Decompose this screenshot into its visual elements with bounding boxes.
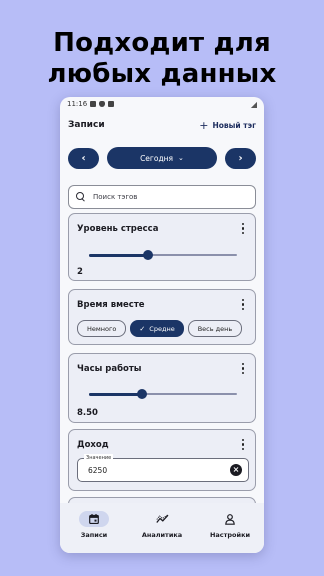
more-options-icon[interactable]: [242, 299, 245, 310]
analytics-icon: [147, 511, 177, 527]
chip-label: Средне: [149, 324, 175, 333]
card-title: Доход: [77, 440, 109, 450]
nav-item-settings[interactable]: Настройки: [200, 511, 260, 539]
check-icon: ✓: [139, 324, 146, 333]
chevron-left-icon: ‹: [81, 152, 86, 164]
slider-thumb[interactable]: [137, 389, 148, 399]
more-options-icon[interactable]: [242, 223, 245, 234]
chip-option-little[interactable]: Немного: [77, 320, 127, 337]
card-title: Часы работы: [77, 364, 142, 374]
plus-icon: +: [199, 118, 209, 132]
status-time: 11:16: [67, 100, 88, 108]
person-icon: [215, 511, 245, 527]
date-selector-button[interactable]: Сегодня ⌄: [107, 147, 217, 169]
headline: Подходит для любых данных: [0, 28, 324, 90]
nav-label: Настройки: [209, 531, 251, 539]
page-title: Записи: [68, 120, 105, 130]
income-value-field[interactable]: Значение 6250 ×: [77, 454, 249, 482]
app-bar: Записи + Новый тэг: [60, 111, 264, 139]
stress-slider[interactable]: [89, 250, 237, 260]
slider-fill: [89, 392, 143, 396]
chip-option-medium[interactable]: ✓ Средне: [130, 320, 184, 337]
date-navigation: ‹ Сегодня ⌄ ›: [60, 147, 264, 169]
card-income: Доход Значение 6250 ×: [68, 429, 256, 491]
option-chips: Немного ✓ Средне Весь день: [77, 320, 243, 337]
card-stress-level: Уровень стресса 2: [68, 213, 256, 281]
chip-label: Немного: [87, 324, 117, 333]
chip-label: Весь день: [197, 324, 233, 333]
bottom-navigation: Записи Аналитика Настройки: [60, 503, 264, 553]
calendar-icon: [79, 511, 109, 527]
nav-item-records[interactable]: Записи: [64, 511, 124, 539]
card-title: Уровень стресса: [77, 224, 159, 234]
nav-item-analytics[interactable]: Аналитика: [132, 511, 192, 539]
notification-icon: [90, 101, 97, 107]
signal-icon: ◢: [250, 99, 257, 109]
card-title: Время вместе: [77, 300, 145, 310]
slider-fill: [89, 253, 149, 257]
search-input[interactable]: Поиск тэгов: [68, 185, 256, 209]
storage-icon: [108, 101, 115, 107]
field-label: Значение: [84, 454, 114, 462]
slider-thumb[interactable]: [143, 250, 154, 260]
status-bar: 11:16 ◢: [60, 97, 264, 111]
nav-label: Записи: [80, 531, 108, 539]
chevron-down-icon: ⌄: [178, 154, 184, 162]
search-placeholder: Поиск тэгов: [93, 193, 138, 201]
card-time-together: Время вместе Немного ✓ Средне Весь день: [68, 289, 256, 345]
field-value: 6250: [88, 466, 108, 475]
card-value: 2: [77, 267, 83, 277]
clear-icon[interactable]: ×: [230, 464, 242, 476]
date-label: Сегодня: [140, 153, 174, 163]
card-work-hours: Часы работы 8.50: [68, 353, 256, 423]
more-options-icon[interactable]: [242, 439, 245, 450]
more-options-icon[interactable]: [242, 363, 245, 374]
new-tag-label: Новый тэг: [212, 120, 256, 130]
new-tag-button[interactable]: + Новый тэг: [199, 120, 256, 131]
card-value: 8.50: [77, 408, 98, 418]
nav-label: Аналитика: [141, 531, 183, 539]
phone-screen: 11:16 ◢ Записи + Новый тэг ‹ Сегодня ⌄ ›…: [60, 97, 264, 553]
chip-option-all-day[interactable]: Весь день: [187, 320, 243, 337]
previous-day-button[interactable]: ‹: [68, 147, 99, 169]
headline-line-1: Подходит для: [53, 28, 271, 58]
shield-icon: [99, 101, 106, 107]
headline-line-2: любых данных: [47, 59, 277, 89]
search-icon: [76, 192, 86, 202]
work-hours-slider[interactable]: [89, 389, 237, 399]
chevron-right-icon: ›: [238, 152, 243, 164]
next-day-button[interactable]: ›: [225, 147, 256, 169]
